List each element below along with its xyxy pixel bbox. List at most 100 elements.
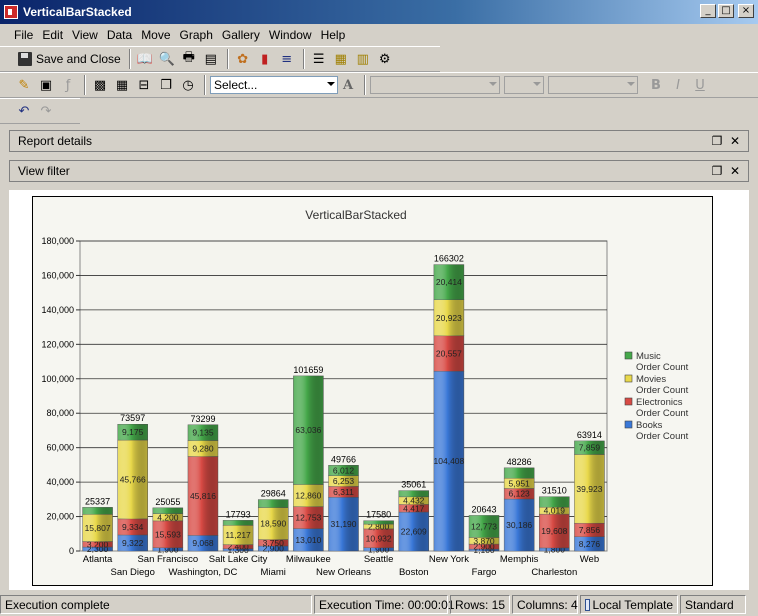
status-template-label: Local Template (592, 597, 674, 612)
close-button[interactable]: × (738, 4, 754, 18)
menu-graph[interactable]: Graph (180, 28, 213, 42)
x-tick-label: Memphis (500, 554, 539, 565)
status-template[interactable]: Local Template (580, 595, 678, 614)
data-label: 9,135 (192, 428, 214, 438)
page-setup-icon[interactable]: ▤ (201, 49, 221, 69)
chevron-down-icon (627, 82, 635, 86)
wand-icon[interactable]: ✎ (14, 75, 34, 95)
data-label: 6,123 (509, 489, 531, 499)
y-tick-label: 20,000 (46, 512, 74, 522)
font-size-select[interactable] (504, 76, 544, 94)
close-icon[interactable]: ✕ (728, 164, 742, 178)
print-preview-icon[interactable]: 🔍 (157, 49, 177, 69)
total-label: 17793 (226, 509, 251, 519)
data-label: 12,773 (471, 521, 497, 531)
menu-data[interactable]: Data (107, 28, 132, 42)
total-label: 20643 (472, 504, 497, 514)
report-details-panel[interactable]: Report details ❐ ✕ (9, 130, 749, 152)
legend-label-movies: Movies Order Count (636, 374, 689, 396)
font-icon[interactable]: A (338, 75, 358, 95)
bar-shade-music (363, 520, 394, 525)
chart-properties-icon[interactable]: ⚙ (375, 49, 395, 69)
table-icon[interactable]: ▦ (112, 75, 132, 95)
font-style-select[interactable] (548, 76, 638, 94)
bar-shade-music (398, 490, 429, 497)
restore-icon[interactable]: ❐ (710, 164, 724, 178)
save-and-close-button[interactable]: Save and Close (14, 49, 125, 69)
palette-icon[interactable]: ✿ (233, 49, 253, 69)
copy-icon[interactable]: ❐ (156, 75, 176, 95)
chart-frame: 0 20,000 40,000 60,000 80,000 100,000 120,000 1… (32, 196, 713, 586)
main-toolbar: Save and Close 📖 🔍 🖶 ▤ ✿ ▮ ≡ ☰ ▦ ▥ ⚙ (0, 46, 440, 72)
bar-shade-music (223, 520, 254, 526)
bar-shade-music (539, 496, 570, 508)
total-label: 48286 (507, 457, 532, 467)
y-tick-label: 100,000 (41, 374, 74, 384)
italic-icon[interactable]: I (668, 75, 688, 95)
bar-chart-icon[interactable]: ▮ (255, 49, 275, 69)
maximize-button[interactable]: □ (718, 4, 734, 18)
undo-icon[interactable]: ↶ (14, 101, 34, 121)
font-name-select[interactable] (370, 76, 500, 94)
menu-gallery[interactable]: Gallery (222, 28, 260, 42)
grid-view-icon[interactable]: ▦ (331, 49, 351, 69)
total-label: 25055 (155, 497, 180, 507)
stacked-bar-chart: 0 20,000 40,000 60,000 80,000 100,000 120,000 1… (41, 208, 689, 578)
chart-title: VerticalBarStacked (305, 208, 406, 222)
filter-icon[interactable]: ⊟ (134, 75, 154, 95)
table-view-icon[interactable]: ▥ (353, 49, 373, 69)
database-icon[interactable]: ▣ (36, 75, 56, 95)
redo-icon[interactable]: ↷ (36, 101, 56, 121)
list-view-icon[interactable]: ☰ (309, 49, 329, 69)
bold-icon[interactable]: B (646, 75, 666, 95)
data-label: 20,923 (436, 313, 462, 323)
menu-help[interactable]: Help (321, 28, 346, 42)
menu-window[interactable]: Window (269, 28, 312, 42)
formula-icon[interactable]: ƒ (58, 75, 78, 95)
data-label: 45,816 (190, 491, 216, 501)
data-label: 104,408 (434, 456, 465, 466)
font-select[interactable]: Select... (210, 76, 338, 94)
total-label: 101659 (293, 365, 323, 375)
underline-icon[interactable]: U (690, 75, 710, 95)
data-label: 10,932 (366, 533, 392, 543)
data-label: 12,753 (295, 513, 321, 523)
open-book-icon[interactable]: 📖 (135, 49, 155, 69)
menu-edit[interactable]: Edit (42, 28, 63, 42)
y-tick-label: 40,000 (46, 477, 74, 487)
data-label: 9,068 (192, 538, 214, 548)
data-label: 9,280 (192, 443, 214, 453)
view-filter-panel[interactable]: View filter ❐ ✕ (9, 160, 749, 182)
data-label: 5,951 (509, 478, 531, 488)
y-tick-label: 80,000 (46, 408, 74, 418)
x-tick-label: New Orleans (316, 567, 371, 578)
close-icon[interactable]: ✕ (728, 134, 742, 148)
x-tick-label: San Francisco (137, 554, 198, 565)
y-tick-label: 120,000 (41, 339, 74, 349)
report-icon[interactable]: ▩ (90, 75, 110, 95)
restore-icon[interactable]: ❐ (710, 134, 724, 148)
data-label: 20,414 (436, 277, 462, 287)
status-message: Execution complete (0, 595, 312, 614)
x-tick-label: Boston (399, 567, 429, 578)
horizontal-bars-icon[interactable]: ≡ (277, 49, 297, 69)
data-label: 7,856 (579, 525, 601, 535)
minimize-button[interactable]: _ (700, 4, 716, 18)
menu-file[interactable]: File (14, 28, 33, 42)
menu-move[interactable]: Move (141, 28, 170, 42)
data-label: 18,590 (260, 519, 286, 529)
y-tick-label: 0 (69, 546, 74, 556)
data-label: 13,010 (295, 535, 321, 545)
data-label: 8,276 (579, 539, 601, 549)
printer-icon[interactable]: 🖶 (179, 49, 199, 69)
chevron-down-icon (533, 82, 541, 86)
bar-shade-music (258, 499, 289, 508)
data-label: 63,036 (295, 425, 321, 435)
menu-view[interactable]: View (72, 28, 98, 42)
x-tick-label: Salt Lake City (209, 554, 268, 565)
total-label: 63914 (577, 430, 602, 440)
total-label: 25337 (85, 496, 110, 506)
legend-swatch-books (624, 420, 633, 429)
schedule-icon[interactable]: ◷ (178, 75, 198, 95)
total-label: 166302 (434, 254, 464, 264)
